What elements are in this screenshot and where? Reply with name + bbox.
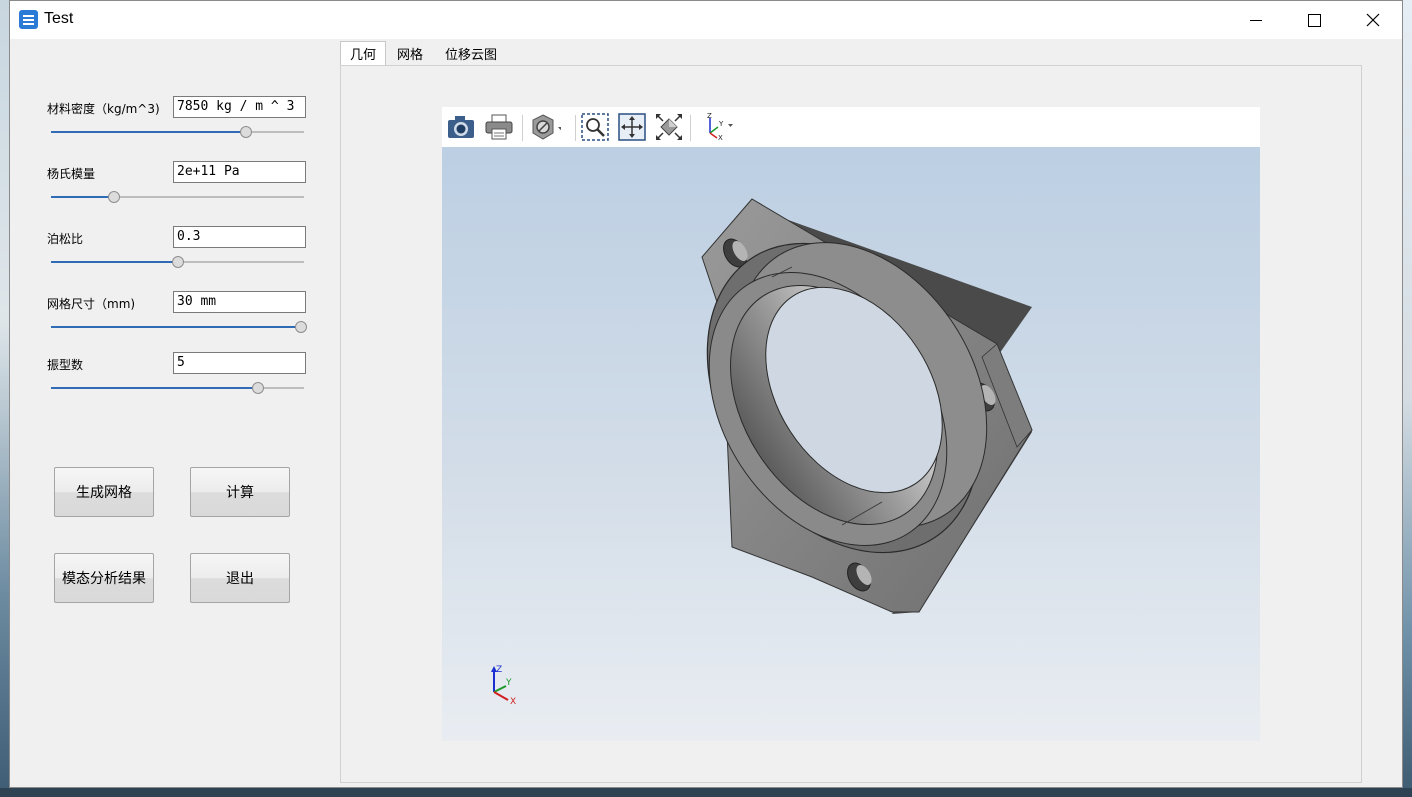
minimize-icon — [1250, 20, 1262, 21]
youngs-modulus-slider[interactable] — [51, 191, 304, 203]
maximize-icon — [1307, 13, 1321, 27]
mesh-size-label: 网格尺寸（mm) — [47, 297, 136, 311]
view-axes-icon[interactable]: ZYX — [700, 113, 736, 141]
slider-handle[interactable] — [295, 321, 307, 333]
poisson-ratio-input[interactable]: 0.3 — [173, 226, 306, 248]
pan-icon[interactable] — [617, 113, 647, 141]
desktop-taskbar-edge — [0, 788, 1412, 797]
print-icon[interactable] — [484, 113, 514, 141]
slider-handle[interactable] — [252, 382, 264, 394]
minimize-button[interactable] — [1227, 1, 1285, 39]
zoom-window-icon[interactable] — [580, 113, 610, 141]
mode-count-slider[interactable] — [51, 382, 304, 394]
svg-text:Z: Z — [707, 113, 712, 120]
property-panel: 材料密度（kg/m^3) 7850 kg / m ^ 3 杨氏模量 2e+11 … — [10, 39, 340, 787]
tab-geometry[interactable]: 几何 — [340, 41, 386, 65]
exit-button[interactable]: 退出 — [190, 553, 290, 603]
fit-all-icon[interactable] — [654, 113, 684, 141]
app-icon — [19, 10, 38, 29]
density-input[interactable]: 7850 kg / m ^ 3 — [173, 96, 306, 118]
svg-text:X: X — [718, 134, 723, 141]
compute-button[interactable]: 计算 — [190, 467, 290, 517]
geometry-tab-pane: ZYX Z Y X — [340, 65, 1362, 783]
3d-viewport[interactable]: Z Y X — [442, 147, 1260, 741]
window-title: Test — [44, 10, 74, 27]
poisson-ratio-slider[interactable] — [51, 256, 304, 268]
svg-text:X: X — [510, 697, 516, 706]
title-bar[interactable]: Test — [10, 1, 1402, 39]
mode-count-input[interactable]: 5 — [173, 352, 306, 374]
flange-model — [701, 198, 1033, 614]
3d-viewer: ZYX Z Y X — [442, 107, 1260, 741]
density-label: 材料密度（kg/m^3) — [47, 102, 160, 116]
tab-displacement-contour[interactable]: 位移云图 — [438, 41, 504, 65]
camera-icon[interactable] — [446, 113, 476, 141]
maximize-button[interactable] — [1285, 1, 1343, 39]
svg-text:Y: Y — [718, 120, 724, 128]
mesh-size-slider[interactable] — [51, 321, 307, 333]
poisson-ratio-label: 泊松比 — [47, 232, 84, 246]
youngs-modulus-label: 杨氏模量 — [47, 167, 96, 181]
axis-triad-icon: Z Y X — [491, 665, 516, 706]
slider-handle[interactable] — [240, 126, 252, 138]
tab-widget: 几何 网格 位移云图 Z Y X Z Y X — [340, 39, 1362, 783]
display-mode-icon[interactable] — [531, 113, 561, 141]
youngs-modulus-input[interactable]: 2e+11 Pa — [173, 161, 306, 183]
viewer-toolbar: ZYX — [442, 107, 1260, 147]
app-window: Test 材料密度（kg/m^3) 7850 kg / m ^ 3 杨氏模量 2… — [9, 0, 1403, 788]
close-button[interactable] — [1344, 1, 1402, 39]
slider-handle[interactable] — [172, 256, 184, 268]
modal-results-button[interactable]: 模态分析结果 — [54, 553, 154, 603]
svg-text:Z: Z — [496, 665, 502, 675]
svg-text:Y: Y — [505, 678, 512, 688]
mesh-size-input[interactable]: 30 mm — [173, 291, 306, 313]
desktop-background-right — [1402, 0, 1412, 797]
slider-handle[interactable] — [108, 191, 120, 203]
generate-mesh-button[interactable]: 生成网格 — [54, 467, 154, 517]
tab-mesh[interactable]: 网格 — [388, 41, 432, 65]
close-icon — [1366, 13, 1380, 27]
mode-count-label: 振型数 — [47, 358, 84, 372]
density-slider[interactable] — [51, 126, 304, 138]
